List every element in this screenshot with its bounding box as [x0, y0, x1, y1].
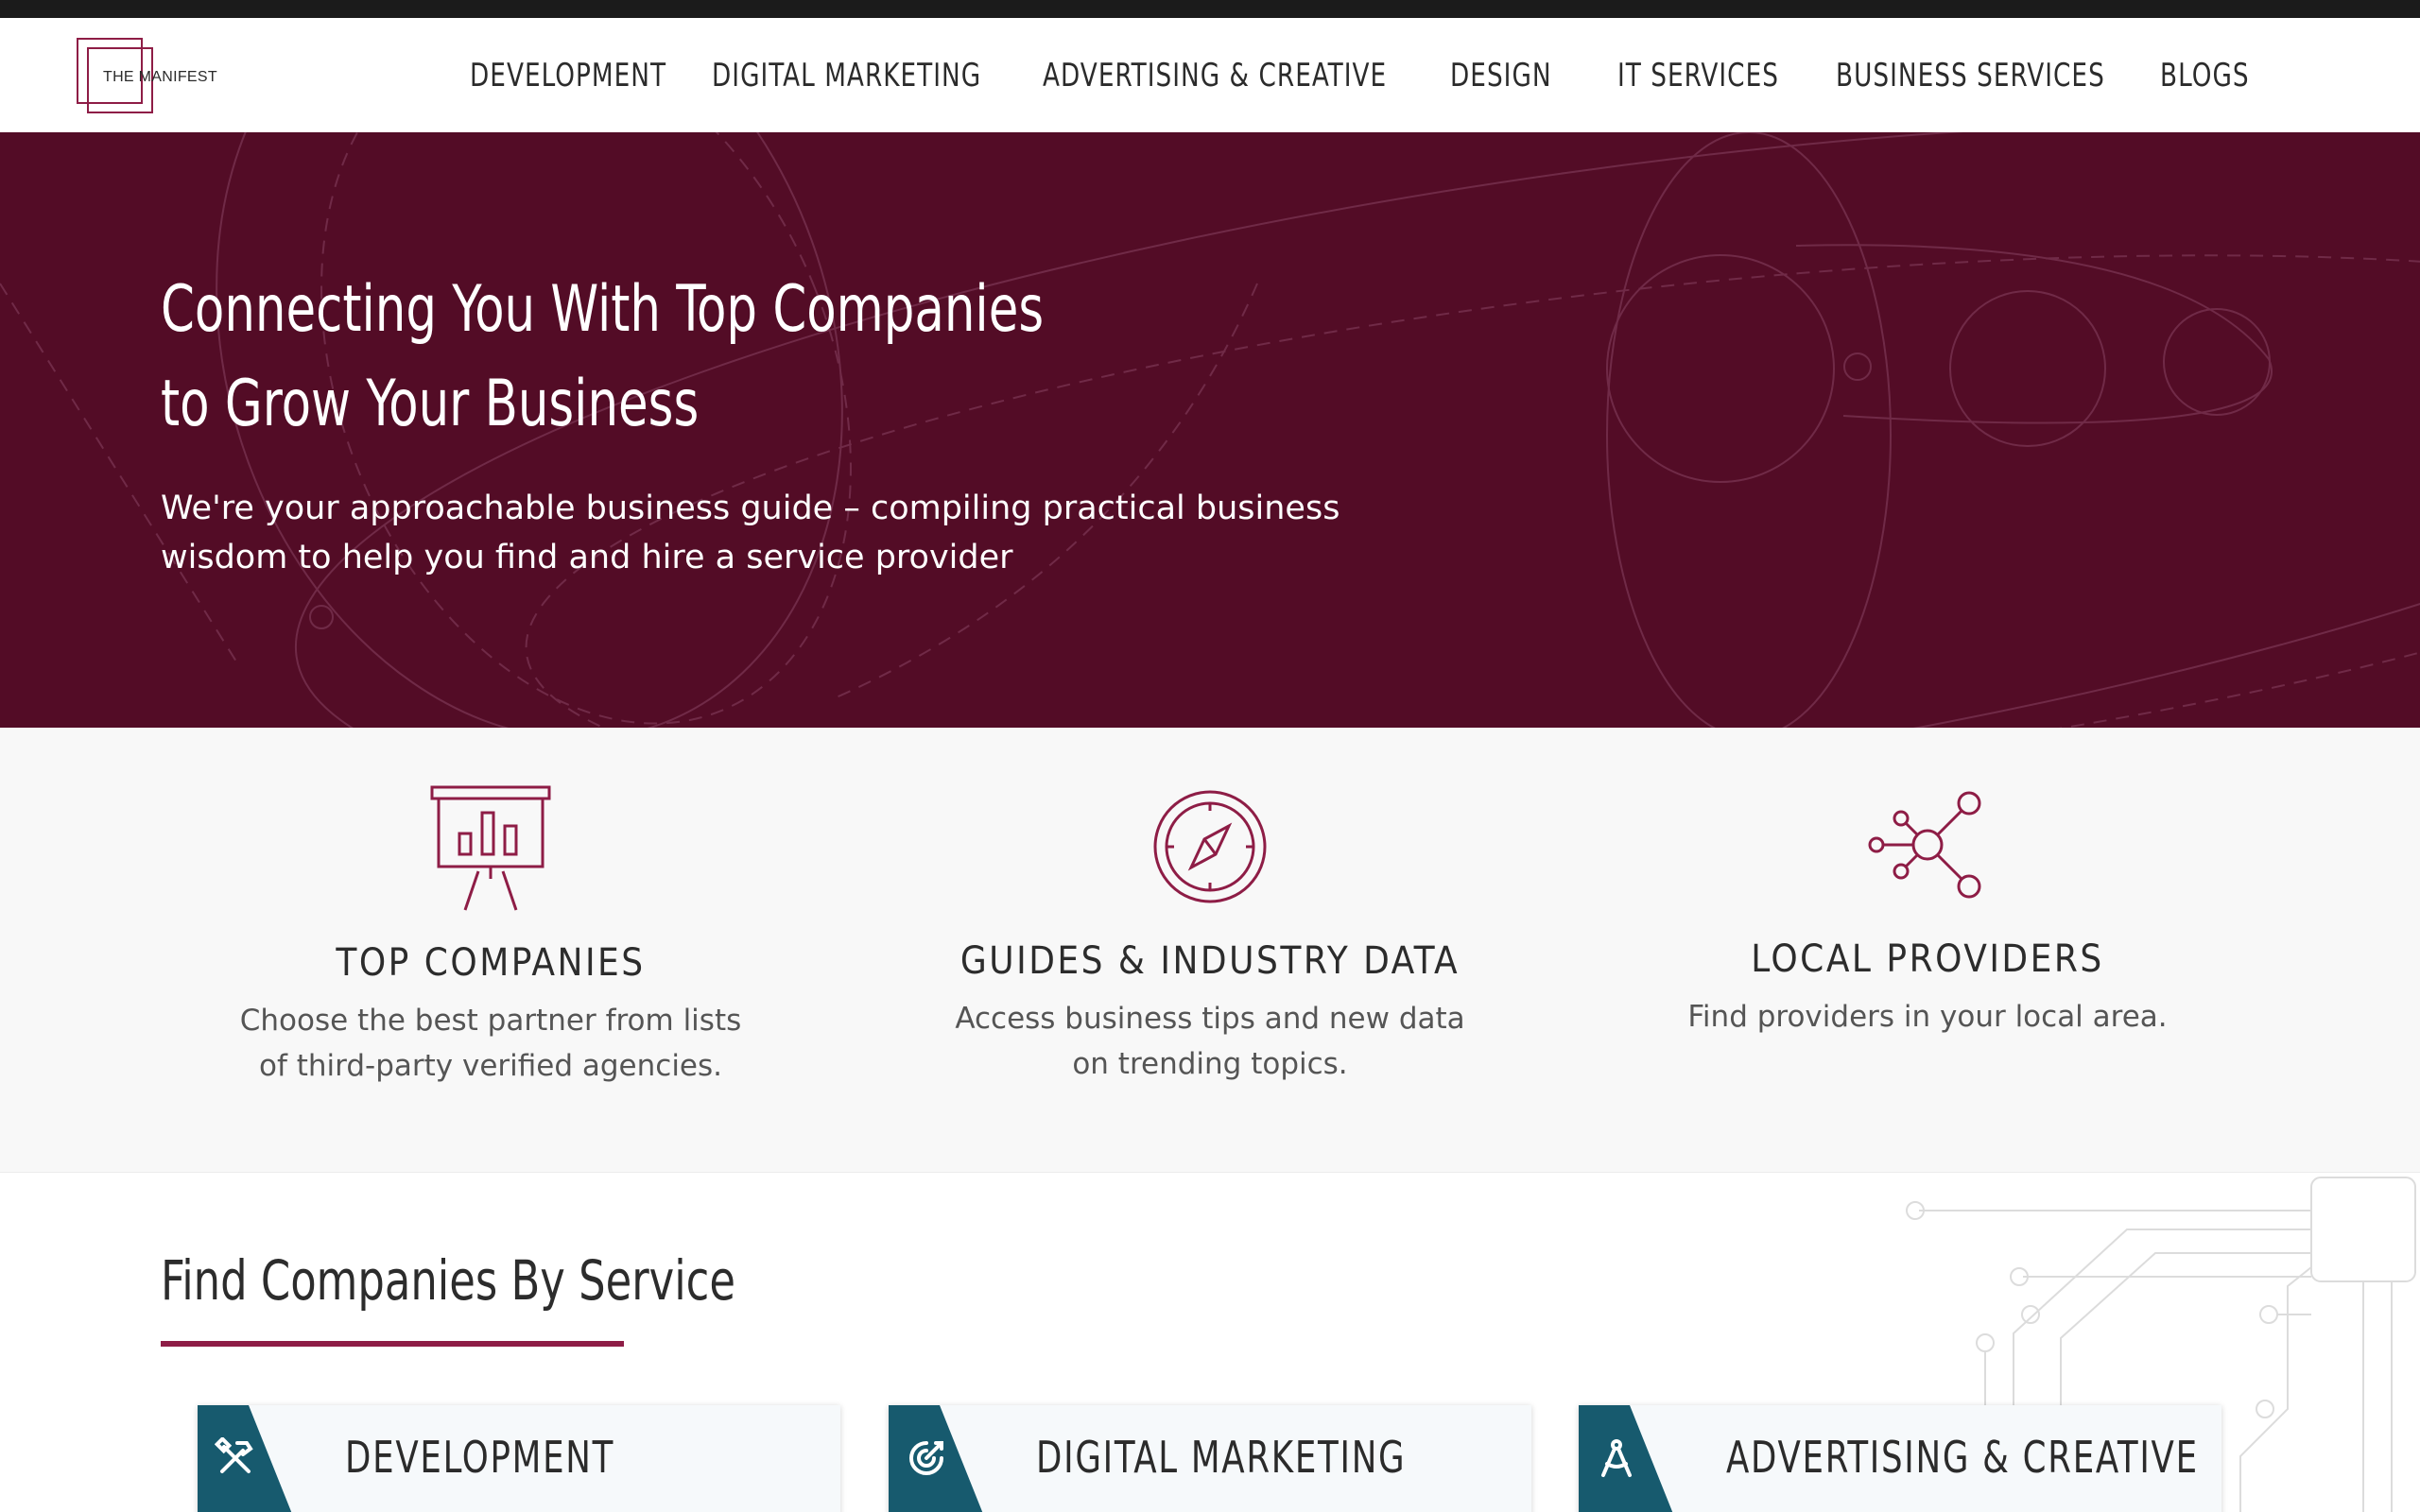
nav-item-blogs[interactable]: BLOGS: [2160, 57, 2250, 94]
find-companies-section: Find Companies By Service DEVELOPMENT DI…: [0, 1173, 2420, 1512]
card-icon-tab: [1579, 1405, 1679, 1512]
feature-title: LOCAL PROVIDERS: [1751, 937, 2104, 981]
tools-icon: [215, 1437, 253, 1473]
nav-item-digital-marketing[interactable]: DIGITAL MARKETING: [712, 57, 981, 94]
feature-title: GUIDES & INDUSTRY DATA: [959, 939, 1461, 983]
card-label: ADVERTISING & CREATIVE: [1726, 1432, 2199, 1483]
nav-item-advertising-creative[interactable]: ADVERTISING & CREATIVE: [1043, 57, 1387, 94]
target-icon: [909, 1441, 943, 1475]
feature-top-companies[interactable]: TOP COMPANIES Choose the best partner fr…: [160, 784, 821, 1089]
nav-item-design[interactable]: DESIGN: [1450, 57, 1552, 94]
feature-description-line-2: on trending topics.: [1072, 1047, 1348, 1081]
feature-local-providers[interactable]: LOCAL PROVIDERS Find providers in your l…: [1597, 781, 2258, 1040]
logo[interactable]: THE MANIFEST: [77, 38, 237, 113]
main-nav: DEVELOPMENT DIGITAL MARKETING ADVERTISIN…: [470, 18, 2321, 132]
feature-title: TOP COMPANIES: [336, 941, 646, 985]
features-section: TOP COMPANIES Choose the best partner fr…: [0, 728, 2420, 1173]
hero-subtitle-line-1: We're your approachable business guide –…: [161, 490, 1340, 527]
hero-title-line-2: to Grow Your Business: [161, 367, 700, 441]
service-card-advertising-creative[interactable]: ADVERTISING & CREATIVE: [1579, 1405, 2221, 1512]
hero-banner: Connecting You With Top Companies to Gro…: [0, 132, 2420, 728]
heading-underline: [161, 1341, 624, 1347]
browser-top-strip: [0, 0, 2420, 18]
site-header: THE MANIFEST DEVELOPMENT DIGITAL MARKETI…: [0, 18, 2420, 132]
service-card-development[interactable]: DEVELOPMENT: [198, 1405, 840, 1512]
compass-icon: [1153, 790, 1267, 903]
drafting-compass-icon: [1601, 1439, 1632, 1477]
feature-guides-industry-data[interactable]: GUIDES & INDUSTRY DATA Access business t…: [879, 782, 1541, 1087]
feature-description-line-1: Access business tips and new data: [955, 1002, 1465, 1036]
card-icon-tab: [889, 1405, 989, 1512]
hero-subtitle: We're your approachable business guide –…: [161, 484, 1503, 582]
feature-description-line-2: of third-party verified agencies.: [258, 1049, 723, 1083]
feature-description: Find providers in your local area.: [1644, 994, 2211, 1040]
hero-subtitle-line-2: wisdom to help you find and hire a servi…: [161, 539, 1013, 576]
nav-item-business-services[interactable]: BUSINESS SERVICES: [1836, 57, 2105, 94]
feature-description: Choose the best partner from lists of th…: [207, 998, 774, 1089]
feature-description: Access business tips and new data on tre…: [926, 996, 1494, 1087]
card-label: DIGITAL MARKETING: [1036, 1432, 1407, 1483]
network-nodes-icon: [1868, 791, 1981, 899]
hero-title-line-1: Connecting You With Top Companies: [161, 272, 1045, 347]
nav-item-it-services[interactable]: IT SERVICES: [1617, 57, 1779, 94]
feature-description-line-1: Find providers in your local area.: [1687, 1000, 2168, 1034]
presentation-chart-icon: [430, 785, 551, 911]
logo-text: THE MANIFEST: [103, 69, 217, 85]
card-label: DEVELOPMENT: [345, 1432, 615, 1483]
hero-title: Connecting You With Top Companies to Gro…: [161, 263, 1193, 452]
nav-item-development[interactable]: DEVELOPMENT: [470, 57, 666, 94]
card-icon-tab: [198, 1405, 298, 1512]
section-heading: Find Companies By Service: [161, 1248, 735, 1313]
service-card-digital-marketing[interactable]: DIGITAL MARKETING: [889, 1405, 1531, 1512]
feature-description-line-1: Choose the best partner from lists: [239, 1004, 742, 1038]
